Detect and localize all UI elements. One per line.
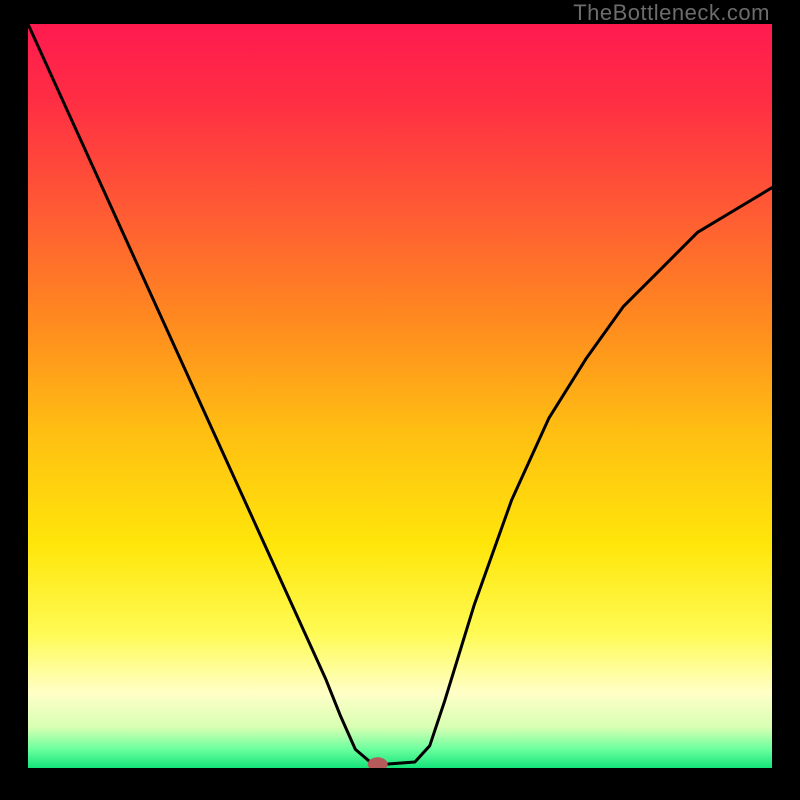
watermark-label: TheBottleneck.com — [573, 0, 770, 26]
gradient-background — [28, 24, 772, 768]
chart-frame: TheBottleneck.com — [0, 0, 800, 800]
plot-area — [28, 24, 772, 768]
chart-svg — [28, 24, 772, 768]
